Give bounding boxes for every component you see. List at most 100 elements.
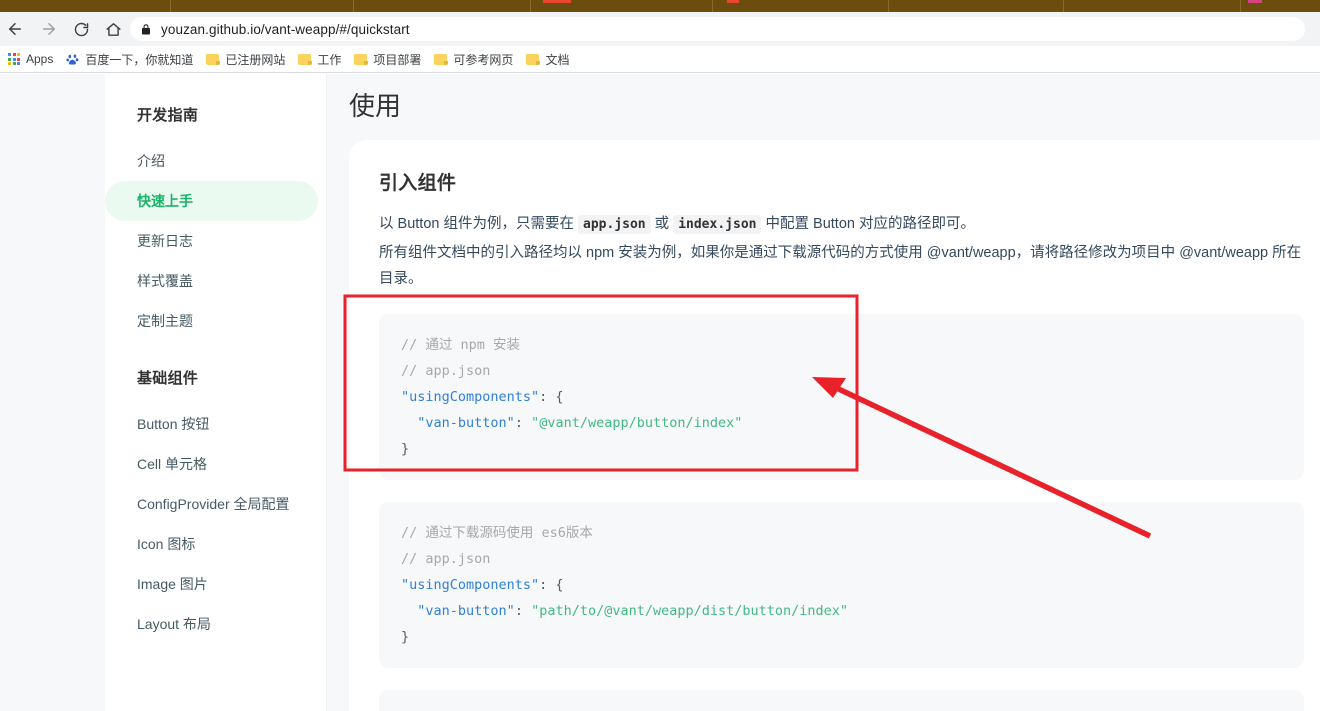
sidebar-item-cell[interactable]: Cell 单元格 [105,444,318,484]
bookmark-label: 文档 [545,52,570,67]
sidebar-item-button[interactable]: Button 按钮 [105,404,318,444]
address-bar[interactable]: youzan.github.io/vant-weapp/#/quickstart [130,17,1305,41]
folder-icon [434,53,449,65]
paragraph-import-example: 以 Button 组件为例，只需要在 app.json 或 index.json… [379,211,1304,238]
page-viewport: 开发指南 介绍 快速上手 更新日志 样式覆盖 定制主题 基础组件 Button … [0,74,1320,711]
tab-separator [1063,0,1064,12]
address-bar-url: youzan.github.io/vant-weapp/#/quickstart [161,21,410,37]
code-key: "usingComponents" [401,577,540,593]
content-card: 引入组件 以 Button 组件为例，只需要在 app.json 或 index… [349,140,1320,711]
tab-separator [530,0,531,12]
baidu-icon [66,53,79,66]
forward-button[interactable] [36,16,62,42]
home-icon [105,21,122,38]
section-title: 引入组件 [379,173,457,194]
bookmark-docs[interactable]: 文档 [520,48,575,70]
code-punct: } [401,441,410,457]
sidebar-item-label: Image 图片 [137,576,208,592]
browser-tab-strip[interactable] [0,0,1320,12]
home-button[interactable] [100,16,126,42]
code-block-es6-source: // 通过下载源码使用 es6版本 // app.json "usingComp… [379,502,1304,668]
sidebar-item-custom-theme[interactable]: 定制主题 [105,301,318,341]
sidebar-item-layout[interactable]: Layout 布局 [105,604,318,644]
sidebar-item-label: Cell 单元格 [137,456,208,472]
bookmark-apps[interactable]: Apps [2,48,59,70]
bookmark-label: 工作 [317,52,342,67]
sidebar-group-title-guide: 开发指南 [137,107,199,124]
docs-content: 使用 引入组件 以 Button 组件为例，只需要在 app.json 或 in… [327,74,1320,711]
sidebar-item-label: ConfigProvider 全局配置 [137,496,290,512]
reload-icon [73,21,90,38]
bookmark-label: Apps [26,52,54,66]
bookmark-baidu[interactable]: 百度一下，你就知道 [60,48,199,70]
tab-separator [353,0,354,12]
reload-button[interactable] [68,16,94,42]
sidebar-item-icon[interactable]: Icon 图标 [105,524,318,564]
code-comment: // 通过下载源码使用 es6版本 [401,525,593,541]
code-punct: : { [539,389,564,405]
browser-toolbar: youzan.github.io/vant-weapp/#/quickstart [0,12,1320,46]
apps-grid-icon [8,53,20,65]
arrow-left-icon [6,20,24,38]
paragraph-npm-note: 所有组件文档中的引入路径均以 npm 安装为例，如果你是通过下载源代码的方式使用… [379,245,1302,287]
folder-icon [354,53,369,65]
inline-code-app-json: app.json [578,215,651,234]
arrow-right-icon [40,20,58,38]
folder-icon [298,53,313,65]
bookmark-work[interactable]: 工作 [292,48,347,70]
code-punct: : [514,603,532,619]
sidebar-item-quickstart[interactable]: 快速上手 [105,181,318,221]
sidebar-item-label: Icon 图标 [137,536,196,552]
tab-active-indicator [1248,0,1262,3]
sidebar-item-intro[interactable]: 介绍 [105,141,318,181]
code-punct: : [514,415,532,431]
sidebar-item-label: 样式覆盖 [137,273,193,289]
paragraph-text: 以 Button 组件为例，只需要在 [379,216,579,232]
code-comment: // 通过 npm 安装 [401,337,521,353]
bookmark-registered-sites[interactable]: 已注册网站 [200,48,291,70]
bookmark-reference-pages[interactable]: 可参考网页 [428,48,519,70]
tab-separator [712,0,713,12]
paragraph-text: 或 [650,216,674,232]
code-comment: // app.json [401,551,491,567]
code-block-es5-source: // 通过下载源码使用 es5版本 [379,690,1304,711]
bookmark-project-deploy[interactable]: 项目部署 [348,48,427,70]
tab-separator [170,0,171,12]
page-title: 使用 [349,91,402,121]
code-key: "van-button" [417,415,515,431]
bookmarks-bar: Apps 百度一下，你就知道 已注册网站 工作 项目部署 可参考网页 文档 [0,46,1320,73]
sidebar-item-label: Layout 布局 [137,616,211,632]
folder-icon [526,53,541,65]
code-punct: : { [539,577,564,593]
back-button[interactable] [2,16,28,42]
sidebar-item-configprovider[interactable]: ConfigProvider 全局配置 [105,484,318,524]
code-key: "van-button" [417,603,515,619]
code-punct: } [401,629,410,645]
tab-separator [888,0,889,12]
sidebar-item-label: 快速上手 [137,193,193,209]
code-string: "path/to/@vant/weapp/dist/button/index" [531,603,849,619]
sidebar-item-label: Button 按钮 [137,416,210,432]
code-block-npm-install: // 通过 npm 安装 // app.json "usingComponent… [379,314,1304,480]
code-string: "@vant/weapp/button/index" [531,415,743,431]
bookmark-label: 项目部署 [373,52,422,67]
page-left-gutter [0,74,105,711]
lock-icon [140,23,152,36]
sidebar-item-label: 定制主题 [137,313,193,329]
sidebar-item-style-override[interactable]: 样式覆盖 [105,261,318,301]
sidebar-item-changelog[interactable]: 更新日志 [105,221,318,261]
tab-active-indicator [727,0,739,3]
sidebar-item-label: 介绍 [137,153,165,169]
sidebar-item-image[interactable]: Image 图片 [105,564,318,604]
code-key: "usingComponents" [401,389,540,405]
docs-sidebar: 开发指南 介绍 快速上手 更新日志 样式覆盖 定制主题 基础组件 Button … [105,74,327,711]
bookmark-label: 百度一下，你就知道 [85,52,194,67]
sidebar-item-label: 更新日志 [137,233,193,249]
bookmark-label: 已注册网站 [225,52,286,67]
bookmark-label: 可参考网页 [453,52,514,67]
tab-separator [1240,0,1241,12]
sidebar-group-title-basic: 基础组件 [137,370,199,387]
inline-code-index-json: index.json [673,215,762,234]
